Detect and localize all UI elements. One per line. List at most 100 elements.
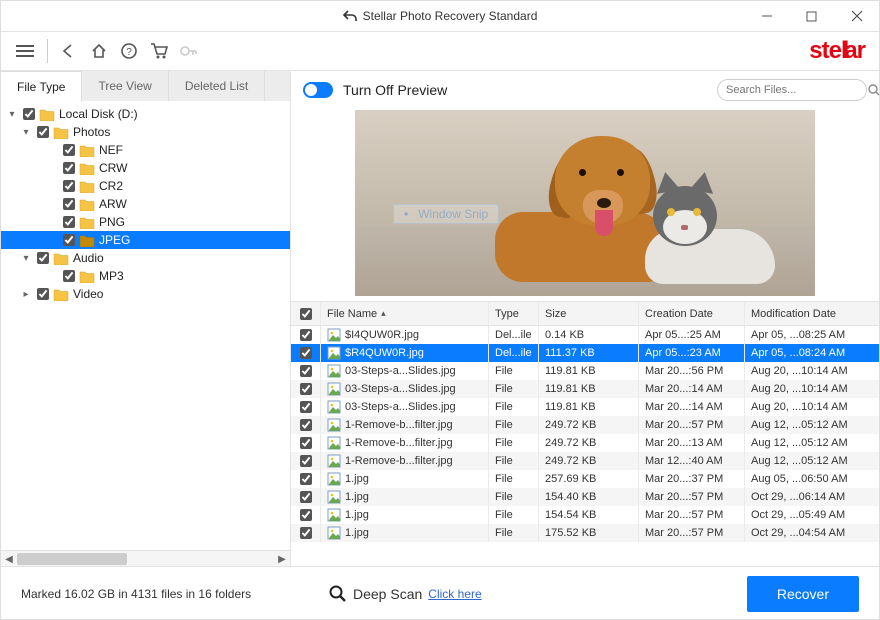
- row-checkbox[interactable]: [300, 509, 312, 521]
- tab-tree-view[interactable]: Tree View: [82, 71, 168, 101]
- tree-checkbox[interactable]: [63, 198, 75, 210]
- tree-checkbox[interactable]: [63, 162, 75, 174]
- row-checkbox[interactable]: [300, 383, 312, 395]
- row-checkbox[interactable]: [300, 365, 312, 377]
- row-checkbox[interactable]: [300, 401, 312, 413]
- file-modification-date: Aug 20, ...10:14 AM: [745, 380, 879, 398]
- tree-item[interactable]: ▾Local Disk (D:): [1, 105, 290, 123]
- header-filename[interactable]: File Name▴: [321, 302, 489, 325]
- title-bar: Stellar Photo Recovery Standard: [1, 1, 879, 31]
- file-name: $R4QUW0R.jpg: [345, 347, 424, 359]
- scroll-right-arrow[interactable]: ▶: [274, 551, 290, 566]
- row-checkbox[interactable]: [300, 437, 312, 449]
- row-checkbox[interactable]: [300, 329, 312, 341]
- tree-checkbox[interactable]: [63, 216, 75, 228]
- row-checkbox[interactable]: [300, 347, 312, 359]
- row-checkbox[interactable]: [300, 419, 312, 431]
- tab-file-type[interactable]: File Type: [1, 71, 82, 102]
- folder-icon: [79, 216, 95, 229]
- expand-arrow-icon[interactable]: ▸: [19, 289, 33, 300]
- tree-item[interactable]: JPEG: [1, 231, 290, 249]
- tree-item[interactable]: CR2: [1, 177, 290, 195]
- tree-item-label: CR2: [99, 179, 123, 193]
- table-row[interactable]: $I4QUW0R.jpgDel...ile0.14 KBApr 05...:25…: [291, 326, 879, 344]
- file-size: 175.52 KB: [539, 524, 639, 542]
- preview-toggle[interactable]: [303, 82, 333, 98]
- tree-checkbox[interactable]: [63, 144, 75, 156]
- minimize-button[interactable]: [744, 1, 789, 31]
- cart-icon[interactable]: [144, 36, 174, 66]
- tree-horizontal-scrollbar[interactable]: ◀ ▶: [1, 550, 290, 566]
- close-button[interactable]: [834, 1, 879, 31]
- header-checkbox-col[interactable]: [291, 302, 321, 325]
- tree-checkbox[interactable]: [37, 252, 49, 264]
- scroll-thumb[interactable]: [17, 553, 127, 565]
- tree-item[interactable]: CRW: [1, 159, 290, 177]
- search-input[interactable]: [726, 84, 868, 96]
- row-checkbox[interactable]: [300, 491, 312, 503]
- image-file-icon: [327, 508, 341, 522]
- file-type-tree[interactable]: ▾Local Disk (D:)▾PhotosNEFCRW CR2 ARWPNGJP…: [1, 101, 290, 550]
- window-controls: [744, 1, 879, 31]
- table-row[interactable]: 1.jpgFile154.40 KBMar 20...:57 PMOct 29,…: [291, 488, 879, 506]
- tree-checkbox[interactable]: [63, 234, 75, 246]
- back-icon[interactable]: [54, 36, 84, 66]
- deep-scan-link[interactable]: Click here: [428, 587, 481, 601]
- file-creation-date: Mar 20...:57 PM: [639, 416, 745, 434]
- tree-item[interactable]: ▸ Video: [1, 285, 290, 303]
- tree-item[interactable]: ARW: [1, 195, 290, 213]
- search-box[interactable]: [717, 79, 867, 101]
- table-header: File Name▴ Type Size Creation Date Modif…: [291, 302, 879, 326]
- tree-checkbox[interactable]: [63, 180, 75, 192]
- expand-arrow-icon[interactable]: ▾: [19, 127, 33, 138]
- tab-deleted-list[interactable]: Deleted List: [169, 71, 265, 101]
- table-row[interactable]: 03-Steps-a...Slides.jpgFile119.81 KBMar …: [291, 398, 879, 416]
- tree-checkbox[interactable]: [63, 270, 75, 282]
- header-type[interactable]: Type: [489, 302, 539, 325]
- table-row[interactable]: 1.jpgFile154.54 KBMar 20...:57 PMOct 29,…: [291, 506, 879, 524]
- main-area: File Type Tree View Deleted List ▾Local …: [1, 71, 879, 566]
- expand-arrow-icon[interactable]: ▾: [19, 253, 33, 264]
- table-row[interactable]: 1.jpgFile257.69 KBMar 20...:37 PMAug 05,…: [291, 470, 879, 488]
- table-row[interactable]: 1-Remove-b...filter.jpgFile249.72 KBMar …: [291, 452, 879, 470]
- table-body[interactable]: $I4QUW0R.jpgDel...ile0.14 KBApr 05...:25…: [291, 326, 879, 566]
- row-checkbox[interactable]: [300, 527, 312, 539]
- file-size: 257.69 KB: [539, 470, 639, 488]
- expand-arrow-icon[interactable]: ▾: [5, 109, 19, 120]
- key-icon[interactable]: [174, 36, 204, 66]
- header-size[interactable]: Size: [539, 302, 639, 325]
- table-row[interactable]: 1-Remove-b...filter.jpgFile249.72 KBMar …: [291, 434, 879, 452]
- deep-scan-label: Deep Scan: [353, 586, 422, 602]
- file-creation-date: Apr 05...:23 AM: [639, 344, 745, 362]
- header-creation-date[interactable]: Creation Date: [639, 302, 745, 325]
- tree-checkbox[interactable]: [37, 126, 49, 138]
- tree-item[interactable]: NEF: [1, 141, 290, 159]
- recover-button[interactable]: Recover: [747, 576, 859, 612]
- tree-item[interactable]: MP3: [1, 267, 290, 285]
- header-modification-date[interactable]: Modification Date: [745, 302, 879, 325]
- file-size: 111.37 KB: [539, 344, 639, 362]
- menu-icon[interactable]: [11, 36, 41, 66]
- tree-checkbox[interactable]: [37, 288, 49, 300]
- row-checkbox[interactable]: [300, 473, 312, 485]
- table-row[interactable]: 1-Remove-b...filter.jpgFile249.72 KBMar …: [291, 416, 879, 434]
- table-row[interactable]: 03-Steps-a...Slides.jpgFile119.81 KBMar …: [291, 380, 879, 398]
- help-icon[interactable]: ?: [114, 36, 144, 66]
- table-row[interactable]: 1.jpgFile175.52 KBMar 20...:57 PMOct 29,…: [291, 524, 879, 542]
- tree-item[interactable]: ▾Photos: [1, 123, 290, 141]
- search-icon[interactable]: [868, 84, 879, 96]
- table-row[interactable]: $R4QUW0R.jpgDel...ile111.37 KBApr 05...:…: [291, 344, 879, 362]
- table-row[interactable]: 03-Steps-a...Slides.jpgFile119.81 KBMar …: [291, 362, 879, 380]
- tree-item-label: Video: [73, 287, 103, 301]
- tree-checkbox[interactable]: [23, 108, 35, 120]
- row-checkbox[interactable]: [300, 455, 312, 467]
- scroll-left-arrow[interactable]: ◀: [1, 551, 17, 566]
- file-type: File: [489, 524, 539, 542]
- file-type: File: [489, 488, 539, 506]
- file-type: File: [489, 362, 539, 380]
- tree-item[interactable]: PNG: [1, 213, 290, 231]
- maximize-button[interactable]: [789, 1, 834, 31]
- home-icon[interactable]: [84, 36, 114, 66]
- file-name: 1.jpg: [345, 473, 369, 485]
- tree-item[interactable]: ▾Audio: [1, 249, 290, 267]
